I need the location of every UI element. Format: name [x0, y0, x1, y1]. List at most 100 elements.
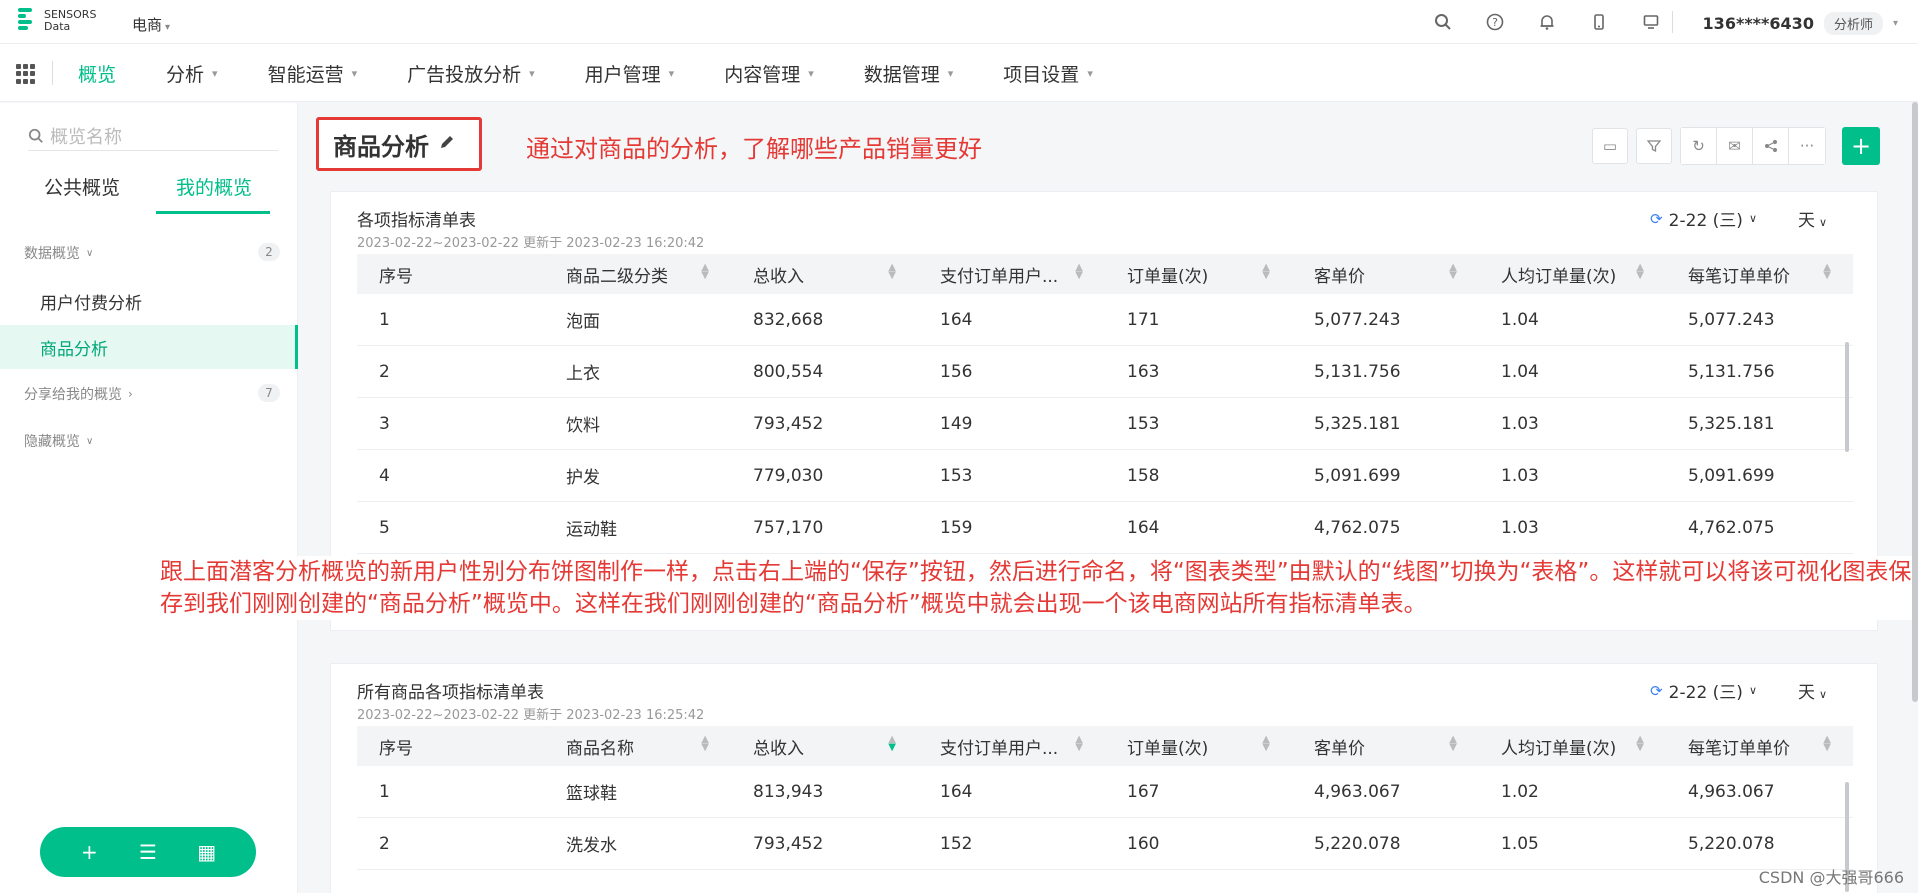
sort-icon[interactable]: ▲ ▼	[1636, 734, 1644, 752]
project-name: 电商	[132, 16, 163, 34]
column-header[interactable]: 商品二级分类 ▲ ▼	[544, 262, 731, 287]
help-icon[interactable]: ?	[1483, 10, 1507, 34]
annotation-top: 通过对商品的分析，了解哪些产品销量更好	[526, 135, 982, 163]
filter-icon[interactable]	[1636, 128, 1672, 164]
column-header[interactable]: 总收入 ▲ ▼	[731, 734, 918, 759]
column-header[interactable]: 订单量(次) ▲ ▼	[1105, 262, 1292, 287]
column-header[interactable]: 总收入 ▲ ▼	[731, 262, 918, 287]
add-icon[interactable]: +	[74, 840, 104, 864]
sort-list-icon[interactable]: ☰	[133, 840, 163, 864]
user-menu[interactable]: 136****6430 分析师 ▾	[1703, 12, 1898, 35]
watermark: CSDN @大强哥666	[1758, 868, 1904, 887]
nav-item-6[interactable]: 数据管理 ▾	[864, 60, 954, 87]
column-header[interactable]: 人均订单量(次) ▲ ▼	[1479, 734, 1666, 759]
sort-icon[interactable]: ▲ ▼	[1449, 734, 1457, 752]
column-header[interactable]: 支付订单用户... ▲ ▼	[918, 262, 1105, 287]
group-data-overview[interactable]: 数据概览 ∨ 2	[0, 243, 298, 263]
sort-icon[interactable]: ▲ ▼	[1636, 262, 1644, 280]
date-picker[interactable]: ⟳ 2-22 (三) ∨	[1650, 678, 1757, 704]
nav-item-label: 内容管理	[724, 63, 801, 86]
refresh-icon[interactable]: ↻	[1681, 128, 1717, 164]
overview-search-input[interactable]: 概览名称	[28, 121, 278, 151]
share-icon[interactable]	[1753, 128, 1789, 164]
table-header: 序号 商品二级分类 ▲ ▼ 总收入 ▲ ▼ 支付订单用户... ▲ ▼ 订单量(次) ▲ ▼ 客单价 ▲ ▼ 人…	[357, 254, 1853, 294]
nav-item-7[interactable]: 项目设置 ▾	[1003, 60, 1093, 87]
table-scrollbar[interactable]	[1845, 342, 1849, 452]
add-chart-button[interactable]: +	[1842, 127, 1880, 165]
more-icon[interactable]: ···	[1789, 128, 1825, 164]
table-cell: 5,220.078	[1688, 833, 1775, 854]
project-switcher[interactable]: 电商 ▾	[132, 14, 170, 35]
time-unit-label: 天	[1797, 683, 1815, 703]
table-cell: 832,668	[753, 309, 824, 330]
tab-public-overview[interactable]: 公共概览	[44, 173, 120, 200]
table-row: 4 护发 779,030 153 158 5,091.699 1.03 5,091.699	[357, 450, 1853, 502]
sort-icon[interactable]: ▲ ▼	[888, 734, 896, 752]
sort-icon[interactable]: ▲ ▼	[1075, 262, 1083, 280]
sort-icon[interactable]: ▲ ▼	[1449, 262, 1457, 280]
search-placeholder: 概览名称	[50, 126, 122, 148]
sidebar-item-product-analysis[interactable]: 商品分析	[0, 325, 298, 369]
column-header[interactable]: 每笔订单单价 ▲ ▼	[1666, 262, 1853, 287]
date-picker[interactable]: ⟳ 2-22 (三) ∨	[1650, 206, 1757, 232]
mobile-icon[interactable]	[1587, 10, 1611, 34]
column-header[interactable]: 每笔订单单价 ▲ ▼	[1666, 734, 1853, 759]
column-header[interactable]: 客单价 ▲ ▼	[1292, 262, 1479, 287]
column-header[interactable]: 序号	[357, 262, 544, 287]
column-header[interactable]: 商品名称 ▲ ▼	[544, 734, 731, 759]
nav-item-4[interactable]: 用户管理 ▾	[585, 60, 675, 87]
sort-icon[interactable]: ▲ ▼	[701, 734, 709, 752]
search-icon[interactable]	[1431, 10, 1455, 34]
group-shared-overview[interactable]: 分享给我的概览 › 7	[0, 384, 298, 404]
bell-icon[interactable]	[1535, 10, 1559, 34]
chevron-down-icon: ∨	[86, 247, 94, 259]
table-cell: 1.04	[1501, 361, 1539, 382]
time-unit-select[interactable]: 天 ∨	[1798, 206, 1827, 231]
sort-icon[interactable]: ▲ ▼	[701, 262, 709, 280]
sidebar-item-user-payment[interactable]: 用户付费分析	[0, 279, 298, 323]
nav-item-3[interactable]: 广告投放分析 ▾	[407, 60, 535, 87]
main-content: 商品分析 通过对商品的分析，了解哪些产品销量更好 ▭ ↻ ✉ ··· + 各项指…	[298, 103, 1918, 893]
table-cell: 5,077.243	[1688, 309, 1775, 330]
tab-my-overview[interactable]: 我的概览	[176, 173, 252, 200]
table-row: 3 饮料 793,452 149 153 5,325.181 1.03 5,325.181	[357, 398, 1853, 450]
column-header[interactable]: 订单量(次) ▲ ▼	[1105, 734, 1292, 759]
chevron-down-icon: ▾	[529, 66, 535, 80]
table-cell: 1	[379, 309, 390, 330]
sidebar-action-bar: + ☰ ▦	[40, 827, 256, 877]
table-cell: 757,170	[753, 517, 824, 538]
grid-view-icon[interactable]: ▦	[192, 840, 222, 864]
search-icon	[28, 128, 43, 143]
edit-pencil-icon[interactable]	[439, 134, 455, 154]
app-grid-icon[interactable]	[16, 64, 36, 84]
nav-item-1[interactable]: 分析 ▾	[166, 60, 218, 87]
sort-icon[interactable]: ▲ ▼	[1262, 262, 1270, 280]
column-header[interactable]: 支付订单用户... ▲ ▼	[918, 734, 1105, 759]
table-cell: 793,452	[753, 833, 824, 854]
column-header[interactable]: 序号	[357, 734, 544, 759]
sort-icon[interactable]: ▲ ▼	[1823, 262, 1831, 280]
fullscreen-icon[interactable]: ▭	[1592, 128, 1628, 164]
nav-item-2[interactable]: 智能运营 ▾	[268, 60, 358, 87]
table-cell: 171	[1127, 309, 1160, 330]
sensors-data-logo[interactable]: SENSORS Data	[18, 8, 96, 34]
group-hidden-overview[interactable]: 隐藏概览 ∨	[0, 431, 298, 451]
nav-item-0[interactable]: 概览	[78, 60, 116, 87]
table-cell: 5,091.699	[1314, 465, 1401, 486]
column-header[interactable]: 人均订单量(次) ▲ ▼	[1479, 262, 1666, 287]
date-label: 2-22 (三)	[1668, 683, 1743, 703]
card-subtitle: 2023-02-22~2023-02-22 更新于 2023-02-23 16:…	[357, 708, 705, 723]
column-header[interactable]: 客单价 ▲ ▼	[1292, 734, 1479, 759]
sort-icon[interactable]: ▲ ▼	[1075, 734, 1083, 752]
mail-icon[interactable]: ✉	[1717, 128, 1753, 164]
nav-item-5[interactable]: 内容管理 ▾	[724, 60, 814, 87]
table-cell: 159	[940, 517, 973, 538]
time-unit-select[interactable]: 天 ∨	[1798, 678, 1827, 703]
sort-icon[interactable]: ▲ ▼	[1823, 734, 1831, 752]
sort-icon[interactable]: ▲ ▼	[1262, 734, 1270, 752]
svg-text:?: ?	[1492, 16, 1498, 29]
page-scrollbar[interactable]	[1912, 102, 1918, 702]
table-cell: 4,963.067	[1688, 781, 1775, 802]
sort-icon[interactable]: ▲ ▼	[888, 262, 896, 280]
monitor-icon[interactable]	[1639, 10, 1663, 34]
